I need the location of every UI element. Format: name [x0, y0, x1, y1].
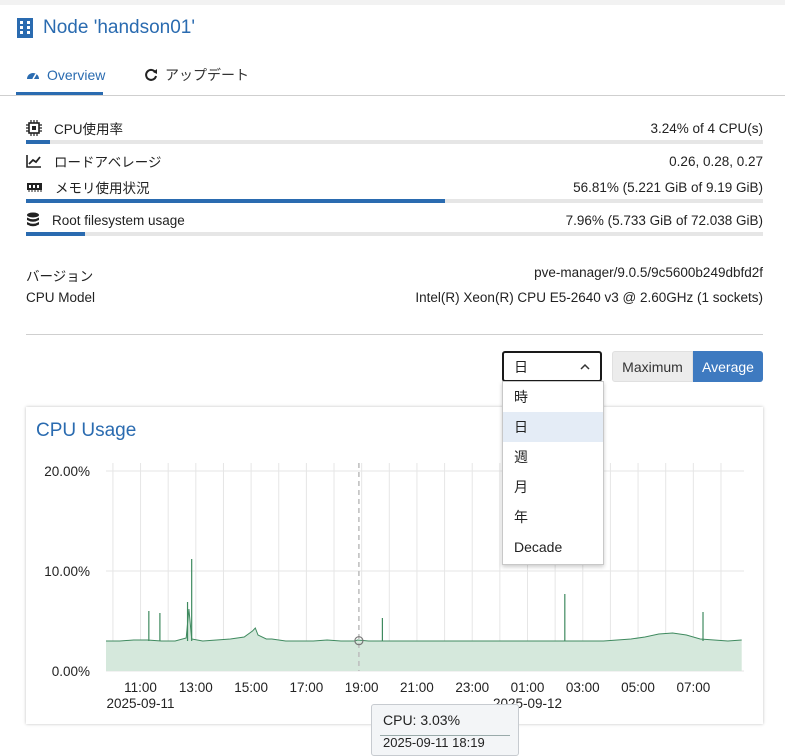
chevron-up-icon — [580, 363, 590, 370]
metric-label: CPU使用率 — [54, 122, 124, 137]
timeframe-option-decade[interactable]: Decade — [503, 532, 603, 562]
y-tick-label: 20.00% — [44, 464, 90, 479]
cpu-usage-chart[interactable]: 0.00% 10.00% 20.00% 11:00 13:00 15:00 17:00 19:… — [26, 407, 763, 724]
metric-rootfs: Root filesystem usage 7.96% (5.733 GiB o… — [26, 209, 763, 236]
y-tick-label: 10.00% — [44, 564, 90, 579]
timeframe-option-hour[interactable]: 時 — [503, 382, 603, 412]
maximum-button[interactable]: Maximum — [612, 351, 693, 382]
x-tick-label: 11:00 — [124, 680, 157, 695]
info-cpu-model: CPU Model Intel(R) Xeon(R) CPU E5-2640 v… — [26, 290, 763, 305]
info-label: バージョン — [26, 269, 94, 284]
metric-value: 7.96% (5.733 GiB of 72.038 GiB) — [565, 212, 763, 228]
timeframe-option-day[interactable]: 日 — [503, 412, 603, 442]
x-tick-label: 19:00 — [345, 680, 379, 695]
building-icon — [17, 18, 33, 38]
metric-label: メモリ使用状況 — [55, 181, 150, 196]
timeframe-option-month[interactable]: 月 — [503, 472, 603, 502]
metric-memory: メモリ使用状況 56.81% (5.221 GiB of 9.19 GiB) — [26, 176, 763, 203]
x-tick-label: 23:00 — [455, 680, 489, 695]
tab-updates[interactable]: アップデート — [144, 57, 249, 93]
timeframe-dropdown: 時 日 週 月 年 Decade — [502, 381, 604, 565]
divider — [26, 334, 763, 335]
series-area-cpu — [106, 609, 742, 671]
dashboard-icon — [27, 73, 39, 80]
metric-value: 0.26, 0.28, 0.27 — [669, 153, 763, 169]
database-icon — [27, 212, 39, 227]
memory-progress-bar — [26, 199, 763, 203]
x-tick-label: 01:00 — [511, 680, 545, 695]
x-tick-label: 15:00 — [234, 680, 268, 695]
tab-label: Overview — [47, 67, 106, 83]
timeframe-option-year[interactable]: 年 — [503, 502, 603, 532]
metric-label: ロードアベレージ — [54, 155, 162, 170]
cpu-icon — [26, 120, 42, 136]
info-value: Intel(R) Xeon(R) CPU E5-2640 v3 @ 2.60GH… — [415, 290, 763, 305]
chart-tooltip: CPU: 3.03% 2025-09-11 18:19 — [371, 704, 519, 756]
memory-icon — [27, 183, 42, 192]
page-title: Node 'handson01' — [16, 17, 195, 39]
metric-load: ロードアベレージ 0.26, 0.28, 0.27 — [26, 150, 763, 172]
timeframe-value: 日 — [514, 358, 528, 375]
timeframe-option-week[interactable]: 週 — [503, 442, 603, 472]
metric-value: 56.81% (5.221 GiB of 9.19 GiB) — [573, 179, 763, 195]
node-title: Node 'handson01' — [43, 17, 195, 38]
tooltip-time: 2025-09-11 18:19 — [383, 735, 485, 750]
metric-cpu: CPU使用率 3.24% of 4 CPU(s) — [26, 117, 763, 144]
timeframe-select[interactable]: 日 — [502, 351, 602, 382]
cpu-progress-bar — [26, 140, 763, 144]
info-label: CPU Model — [26, 290, 96, 305]
tooltip-value: CPU: 3.03% — [383, 712, 461, 728]
info-version: バージョン pve-manager/9.0.5/9c5600b249dbfd2f — [26, 265, 763, 285]
line-chart-icon — [26, 155, 41, 168]
series-line-cpu — [106, 608, 742, 642]
x-tick-label: 03:00 — [566, 680, 600, 695]
x-tick-label: 21:00 — [400, 680, 434, 695]
tab-label: アップデート — [165, 67, 249, 83]
cpu-usage-panel: CPU Usage 0.00% 10.00% 20.00% 11:00 13:00 15:… — [26, 407, 763, 724]
info-value: pve-manager/9.0.5/9c5600b249dbfd2f — [534, 265, 763, 280]
x-tick-label: 07:00 — [676, 680, 710, 695]
x-tick-label: 05:00 — [621, 680, 655, 695]
metric-value: 3.24% of 4 CPU(s) — [650, 120, 763, 136]
y-tick-label: 0.00% — [52, 664, 90, 679]
tab-overview[interactable]: Overview — [16, 57, 112, 95]
node-header: Node 'handson01' Overview アップデート — [0, 5, 785, 96]
rootfs-progress-bar — [26, 232, 763, 236]
tab-bar: Overview アップデート — [16, 57, 249, 95]
x-tick-label: 13:00 — [179, 680, 213, 695]
x-date-label: 2025-09-11 — [107, 696, 175, 711]
metric-label: Root filesystem usage — [52, 212, 185, 228]
refresh-icon — [145, 68, 157, 81]
average-button[interactable]: Average — [693, 351, 763, 382]
x-tick-label: 17:00 — [289, 680, 323, 695]
